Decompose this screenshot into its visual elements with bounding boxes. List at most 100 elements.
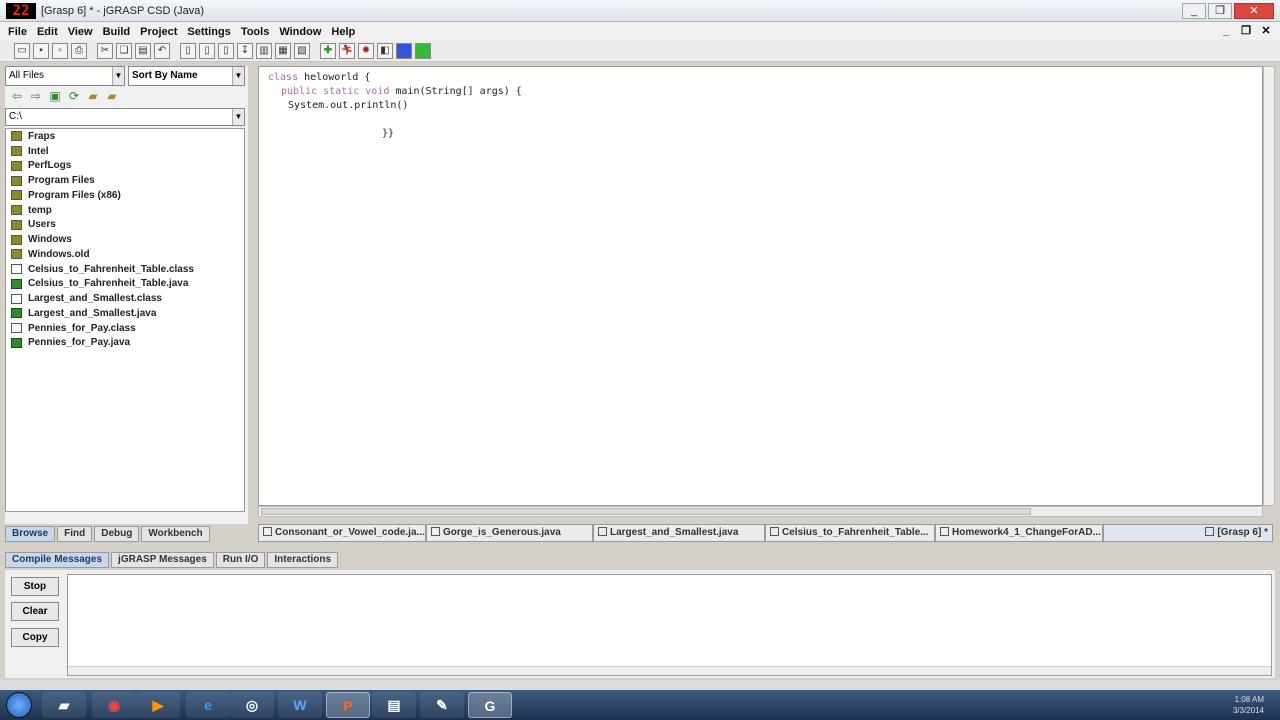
menu-project[interactable]: Project [140, 26, 177, 38]
app-icon[interactable]: ◎ [230, 692, 274, 718]
copy-button[interactable]: Copy [11, 628, 59, 647]
file-list-item[interactable]: Windows.old [6, 247, 244, 262]
uml-icon[interactable]: ▦ [275, 43, 291, 59]
blue-square-icon[interactable] [396, 43, 412, 59]
menu-settings[interactable]: Settings [187, 26, 230, 38]
copy-icon[interactable]: ❏ [116, 43, 132, 59]
file-list-item[interactable]: Largest_and_Smallest.class [6, 291, 244, 306]
path-combo[interactable]: C:\ ▼ [5, 108, 245, 126]
sort-select[interactable]: Sort By Name ▼ [128, 66, 245, 86]
internet-explorer-icon[interactable]: e [186, 692, 230, 718]
menu-view[interactable]: View [68, 26, 93, 38]
file-list-item[interactable]: Fraps [6, 129, 244, 144]
applet-icon[interactable]: ◧ [377, 43, 393, 59]
tab-debug[interactable]: Debug [94, 526, 140, 542]
start-button[interactable] [6, 692, 32, 718]
document-new-icon[interactable]: ▯ [218, 43, 234, 59]
inner-minimize-button[interactable]: _ [1218, 23, 1234, 39]
csd-diagram-icon[interactable]: ▥ [256, 43, 272, 59]
file-tab[interactable]: Largest_and_Smallest.java [593, 524, 765, 542]
cut-icon[interactable]: ✂ [97, 43, 113, 59]
menu-window[interactable]: Window [279, 26, 321, 38]
file-list-item[interactable]: PerfLogs [6, 159, 244, 174]
menu-file[interactable]: File [8, 26, 27, 38]
document-copy-icon[interactable]: ▯ [199, 43, 215, 59]
tab-find[interactable]: Find [57, 526, 93, 542]
debug-icon[interactable]: ✹ [358, 43, 374, 59]
jgrasp-taskbar-icon[interactable]: G [468, 692, 512, 718]
tab-run-io[interactable]: Run I/O [215, 552, 266, 568]
tab-interactions[interactable]: Interactions [267, 552, 339, 568]
paste-icon[interactable]: ▤ [135, 43, 151, 59]
chevron-down-icon[interactable]: ▼ [232, 67, 244, 85]
menu-tools[interactable]: Tools [241, 26, 270, 38]
code-text: heloworld { [298, 72, 371, 83]
back-arrow-icon[interactable]: ⇦ [9, 88, 25, 104]
clear-button[interactable]: Clear [11, 602, 59, 621]
close-button[interactable]: ✕ [1234, 3, 1274, 19]
media-player-icon[interactable]: ▶ [136, 692, 180, 718]
inner-restore-button[interactable]: ❐ [1238, 23, 1254, 39]
file-list-item[interactable]: Users [6, 218, 244, 233]
file-tab[interactable]: Celsius_to_Fahrenheit_Table... [765, 524, 935, 542]
folder-options-icon[interactable]: ▰ [104, 88, 120, 104]
app-icon[interactable]: ✎ [420, 692, 464, 718]
print-icon[interactable]: ⎙ [71, 43, 87, 59]
menu-edit[interactable]: Edit [37, 26, 58, 38]
code-editor[interactable]: class heloworld { public static void mai… [258, 66, 1263, 506]
editor-horizontal-scrollbar[interactable] [258, 506, 1263, 517]
editor-vertical-scrollbar[interactable] [1263, 66, 1275, 506]
chevron-down-icon[interactable]: ▼ [232, 109, 244, 125]
run-icon[interactable]: 🏃︎ [339, 43, 355, 59]
file-explorer-icon[interactable]: ▰ [42, 692, 86, 718]
refresh-icon[interactable]: ⟳ [66, 88, 82, 104]
tab-jgrasp-messages[interactable]: jGRASP Messages [111, 552, 214, 568]
undo-icon[interactable]: ↶ [154, 43, 170, 59]
file-list-item[interactable]: Pennies_for_Pay.java [6, 336, 244, 351]
powerpoint-icon[interactable]: P [326, 692, 370, 718]
app-icon[interactable]: ▤ [372, 692, 416, 718]
file-tab[interactable]: Gorge_is_Generous.java [426, 524, 593, 542]
tab-workbench[interactable]: Workbench [141, 526, 210, 542]
maximize-button[interactable]: ❐ [1208, 3, 1232, 19]
book-icon[interactable]: ▧ [294, 43, 310, 59]
menu-help[interactable]: Help [331, 26, 355, 38]
tab-browse[interactable]: Browse [5, 526, 56, 542]
file-filter-select[interactable]: All Files ▼ [5, 66, 125, 86]
word-icon[interactable]: W [278, 692, 322, 718]
chevron-down-icon[interactable]: ▼ [112, 67, 124, 85]
system-clock[interactable]: 1:08 AM 3/3/2014 [1233, 694, 1264, 716]
open-folder-icon[interactable]: ▭ [14, 43, 30, 59]
file-list-item[interactable]: Pennies_for_Pay.class [6, 321, 244, 336]
file-list-item[interactable]: Largest_and_Smallest.java [6, 306, 244, 321]
file-list-item[interactable]: Celsius_to_Fahrenheit_Table.java [6, 277, 244, 292]
folder-icon[interactable]: ▰ [85, 88, 101, 104]
stop-button[interactable]: Stop [11, 577, 59, 596]
file-list-item[interactable]: Celsius_to_Fahrenheit_Table.class [6, 262, 244, 277]
minimize-button[interactable]: _ [1182, 3, 1206, 19]
file-list-item[interactable]: Intel [6, 144, 244, 159]
menu-build[interactable]: Build [103, 26, 131, 38]
file-list-item[interactable]: Program Files (x86) [6, 188, 244, 203]
file-tab-active[interactable]: [Grasp 6] * [1103, 524, 1273, 542]
compile-icon[interactable]: ✚ [320, 43, 336, 59]
forward-arrow-icon[interactable]: ⇨ [28, 88, 44, 104]
green-square-icon[interactable] [415, 43, 431, 59]
save-all-icon[interactable]: ▫ [52, 43, 68, 59]
scrollbar-thumb[interactable] [261, 508, 1031, 515]
file-list-item[interactable]: temp [6, 203, 244, 218]
chrome-icon[interactable]: ◉ [92, 692, 136, 718]
file-tab[interactable]: Consonant_or_Vowel_code.ja... [258, 524, 426, 542]
file-tab[interactable]: Homework4_1_ChangeForAD... [935, 524, 1103, 542]
messages-horizontal-scrollbar[interactable] [68, 666, 1271, 675]
tab-compile-messages[interactable]: Compile Messages [5, 552, 110, 568]
save-icon[interactable]: ▪ [33, 43, 49, 59]
jgrasp-app-icon[interactable]: 22 [6, 3, 36, 19]
document-icon[interactable]: ▯ [180, 43, 196, 59]
compile-messages-output[interactable] [67, 574, 1272, 676]
pin-icon[interactable]: ↧ [237, 43, 253, 59]
up-folder-icon[interactable]: ▣ [47, 88, 63, 104]
file-list-item[interactable]: Program Files [6, 173, 244, 188]
file-list-item[interactable]: Windows [6, 232, 244, 247]
inner-close-button[interactable]: ✕ [1258, 23, 1274, 39]
